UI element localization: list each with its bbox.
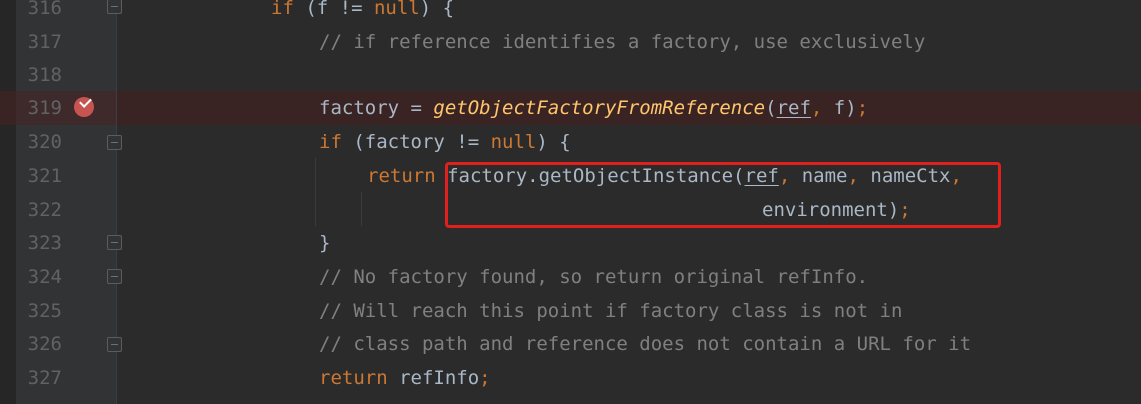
breakpoint-check-icon[interactable] (74, 95, 94, 117)
code-token: ; (479, 367, 491, 389)
code-line[interactable]: 318 (0, 58, 1141, 92)
code-token: return (319, 367, 400, 389)
code-token: return (367, 165, 448, 187)
code-token: ) { (419, 0, 455, 19)
line-number: 325 (27, 300, 62, 322)
code-token: } (319, 232, 331, 254)
fold-marker-icon[interactable] (107, 135, 122, 150)
code-text: if (factory != null) { (319, 125, 571, 159)
line-number: 322 (27, 199, 62, 221)
line-number: 319 (27, 97, 62, 119)
line-number: 321 (27, 165, 62, 187)
code-line[interactable]: 320 if (factory != null) { (0, 125, 1141, 159)
code-token: null (373, 0, 420, 19)
code-token: // Will reach this point if factory clas… (319, 300, 903, 322)
code-token: ( (765, 97, 777, 119)
code-line[interactable]: 324 // No factory found, so return origi… (0, 260, 1141, 294)
code-token: // class path and reference does not con… (319, 333, 972, 355)
code-line[interactable]: 319 factory = getObjectFactoryFromRefere… (0, 91, 1141, 125)
line-number: 316 (27, 0, 62, 19)
code-line[interactable]: 326 // class path and reference does not… (0, 327, 1141, 361)
fold-marker-icon[interactable] (107, 0, 122, 14)
code-token: null (490, 131, 537, 153)
code-line[interactable]: 323 } (0, 226, 1141, 260)
code-token: f) (833, 97, 857, 119)
code-token: ref (776, 97, 811, 119)
code-line[interactable]: 327 return refInfo; (0, 361, 1141, 395)
code-token: (factory != (341, 131, 491, 153)
fold-marker-icon[interactable] (107, 337, 122, 352)
code-text: factory = getObjectFactoryFromReference(… (319, 91, 868, 125)
code-token: // No factory found, so return original … (319, 266, 869, 288)
code-token: refInfo (399, 367, 480, 389)
code-text: if (f != null) { (271, 0, 454, 25)
fold-marker-icon[interactable] (107, 269, 122, 284)
line-number: 318 (27, 64, 62, 86)
code-line[interactable]: 317 // if reference identifies a factory… (0, 25, 1141, 59)
code-text: } (319, 226, 330, 260)
code-editor[interactable]: 316 if (f != null) { 317 // if reference… (0, 0, 1141, 404)
code-token: (f != (293, 0, 374, 19)
code-token: if (271, 0, 294, 19)
code-token: ) { (536, 131, 571, 153)
code-line[interactable]: 325 // Will reach this point if factory … (0, 294, 1141, 328)
code-token: ; (856, 97, 869, 119)
line-number: 317 (27, 31, 62, 53)
code-token: if (319, 131, 342, 153)
highlight-annotation-box (445, 162, 1001, 228)
code-text: return refInfo; (319, 361, 491, 395)
line-number: 326 (27, 333, 62, 355)
code-text: // Will reach this point if factory clas… (319, 294, 902, 328)
code-token: , (810, 97, 834, 119)
code-line[interactable]: 316 if (f != null) { (0, 0, 1141, 25)
code-token: factory = (319, 97, 434, 119)
line-number: 327 (27, 367, 62, 389)
code-text: // class path and reference does not con… (319, 327, 971, 361)
line-number: 323 (27, 232, 62, 254)
code-text: // if reference identifies a factory, us… (319, 25, 925, 59)
fold-marker-icon[interactable] (107, 235, 122, 250)
code-text: // No factory found, so return original … (319, 260, 868, 294)
line-number: 320 (27, 131, 62, 153)
code-token: // if reference identifies a factory, us… (319, 31, 926, 53)
line-number: 324 (27, 266, 62, 288)
code-token: getObjectFactoryFromReference (433, 97, 766, 119)
